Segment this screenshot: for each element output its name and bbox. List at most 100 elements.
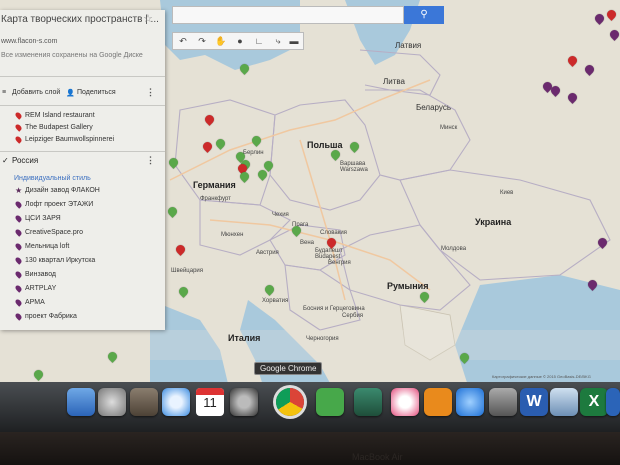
list-item[interactable]: ЦСИ ЗАРЯ xyxy=(0,214,165,227)
map-url: www.flacon-s.com xyxy=(1,38,58,45)
country-label-romania: Румыния xyxy=(387,281,429,291)
preview-icon[interactable] xyxy=(550,388,578,416)
divider xyxy=(0,76,165,77)
share-icon: 👤 xyxy=(66,90,75,97)
itunes-icon[interactable] xyxy=(391,388,419,416)
country-label-belarus: Беларусь xyxy=(416,103,451,112)
list-item[interactable]: CreativeSpace.pro xyxy=(0,228,165,241)
country-label-ukraine: Украина xyxy=(475,217,512,227)
divider xyxy=(0,105,165,106)
chrome-icon[interactable] xyxy=(276,388,304,416)
city-label-kyiv: Киев xyxy=(500,190,514,196)
marker-purple-icon xyxy=(14,256,23,265)
photos-app-icon[interactable] xyxy=(130,388,158,416)
marker-icon[interactable]: ● xyxy=(233,35,247,48)
search-icon: ⚲ xyxy=(420,9,428,20)
search-input[interactable] xyxy=(172,6,404,24)
marker-purple-icon xyxy=(14,200,23,209)
save-status: Все изменения сохранены на Google Диске xyxy=(1,52,143,59)
hand-icon[interactable]: ✋ xyxy=(214,35,228,48)
list-item[interactable]: Leipziger Baumwollspinnerei xyxy=(0,135,165,148)
layer-style-link[interactable]: Индивидуальный стиль xyxy=(14,175,91,182)
draw-line-icon[interactable]: ∟ xyxy=(252,35,266,48)
layer-title: Россия xyxy=(12,156,39,165)
list-item[interactable]: 130 квартал Иркутска xyxy=(0,256,165,269)
map-title[interactable]: Карта творческих пространств | ... xyxy=(1,14,159,25)
city-label-minsk: Минск xyxy=(440,125,458,131)
country-label-germany: Германия xyxy=(193,180,236,190)
marker-purple-icon xyxy=(14,312,23,321)
excel-icon[interactable]: X xyxy=(580,388,608,416)
country-label-slovakia: Словакия xyxy=(320,230,347,236)
country-label-poland: Польша xyxy=(307,140,343,150)
redo-icon[interactable]: ↷ xyxy=(195,35,209,48)
panel-actions: ≡ Добавить слой 👤 Поделиться ⋮ xyxy=(0,86,165,102)
dock-app-icon[interactable] xyxy=(606,388,620,416)
marker-purple-icon xyxy=(14,298,23,307)
undo-icon[interactable]: ↶ xyxy=(176,35,190,48)
layer-header-russia[interactable]: ✓ Россия ⋮ xyxy=(0,155,165,169)
dock-tooltip: Google Chrome xyxy=(254,362,323,375)
marker-purple-icon xyxy=(14,214,23,223)
country-label-serbia: Сербия xyxy=(342,313,364,319)
star-marker-icon: ★ xyxy=(15,186,23,195)
list-item[interactable]: Лофт проект ЭТАЖИ xyxy=(0,200,165,213)
country-label-austria: Австрия xyxy=(256,250,279,256)
laptop-bezel xyxy=(0,432,620,465)
screen: Латвия Литва Беларусь Польша Германия Ук… xyxy=(0,0,620,392)
add-layer-button[interactable]: Добавить слой xyxy=(12,89,60,96)
add-layer-icon: ≡ xyxy=(2,89,7,96)
list-item[interactable]: Винзавод xyxy=(0,270,165,283)
city-label-warsaw: Варшава Warszawa xyxy=(340,161,368,173)
search-button[interactable]: ⚲ xyxy=(404,6,444,24)
map-toolbar: ↶ ↷ ✋ ● ∟ ⤷ ▬ xyxy=(172,32,304,50)
city-label-vienna: Вена xyxy=(300,240,314,246)
list-item[interactable]: ARTPLAY xyxy=(0,284,165,297)
iphoto-icon[interactable] xyxy=(354,388,382,416)
share-button[interactable]: Поделиться xyxy=(77,89,116,96)
marker-purple-icon xyxy=(14,270,23,279)
finder-icon[interactable] xyxy=(67,388,95,416)
launchpad-icon[interactable] xyxy=(98,388,126,416)
map-attribution: Картографические данные © 2015 GeoBasis-… xyxy=(492,374,591,379)
calendar-day: 11 xyxy=(203,395,217,410)
divider xyxy=(0,151,165,152)
country-label-lithuania: Литва xyxy=(383,77,405,86)
country-label-bosnia: Босния и Герцеговина xyxy=(303,306,365,312)
star-icon[interactable]: ☆ xyxy=(143,12,153,25)
safari-icon[interactable] xyxy=(162,388,190,416)
country-label-croatia: Хорватия xyxy=(262,298,289,304)
evernote-icon[interactable] xyxy=(316,388,344,416)
ibooks-icon[interactable] xyxy=(424,388,452,416)
city-label-budapest: Будапешт Budapest xyxy=(315,248,343,260)
marker-red-icon xyxy=(14,111,23,120)
marker-purple-icon xyxy=(14,284,23,293)
city-label-frankfurt: Франкфурт xyxy=(200,196,231,202)
system-preferences-icon[interactable] xyxy=(489,388,517,416)
country-label-italy: Италия xyxy=(228,333,261,343)
country-label-latvia: Латвия xyxy=(395,41,422,50)
marker-purple-icon xyxy=(14,242,23,251)
word-icon[interactable]: W xyxy=(520,388,548,416)
country-label-switzerland: Швейцария xyxy=(171,268,204,274)
list-item[interactable]: Мельница loft xyxy=(0,242,165,255)
facetime-icon[interactable] xyxy=(230,388,258,416)
dock: 11 W X xyxy=(0,382,620,432)
directions-icon[interactable]: ⤷ xyxy=(271,35,285,48)
checkbox-checked-icon[interactable]: ✓ xyxy=(2,156,9,165)
list-item[interactable]: проект Фабрика xyxy=(0,312,165,325)
country-label-czech: Чехия xyxy=(272,212,289,218)
marker-red-icon xyxy=(14,123,23,132)
layers-panel: Карта творческих пространств | ... ☆ www… xyxy=(0,10,165,330)
ruler-icon[interactable]: ▬ xyxy=(287,35,301,48)
list-item[interactable]: ★ Дизайн завод ФЛАКОН xyxy=(0,186,165,199)
app-store-icon[interactable] xyxy=(456,388,484,416)
panel-menu-icon[interactable]: ⋮ xyxy=(146,87,155,98)
country-label-montenegro: Черногория xyxy=(306,336,339,342)
marker-red-icon xyxy=(14,135,23,144)
layer-menu-icon[interactable]: ⋮ xyxy=(146,155,155,166)
list-item[interactable]: АРМА xyxy=(0,298,165,311)
country-label-moldova: Молдова xyxy=(441,246,467,252)
laptop-brand: MacBook Air xyxy=(352,452,403,462)
calendar-icon[interactable]: 11 xyxy=(196,388,224,416)
